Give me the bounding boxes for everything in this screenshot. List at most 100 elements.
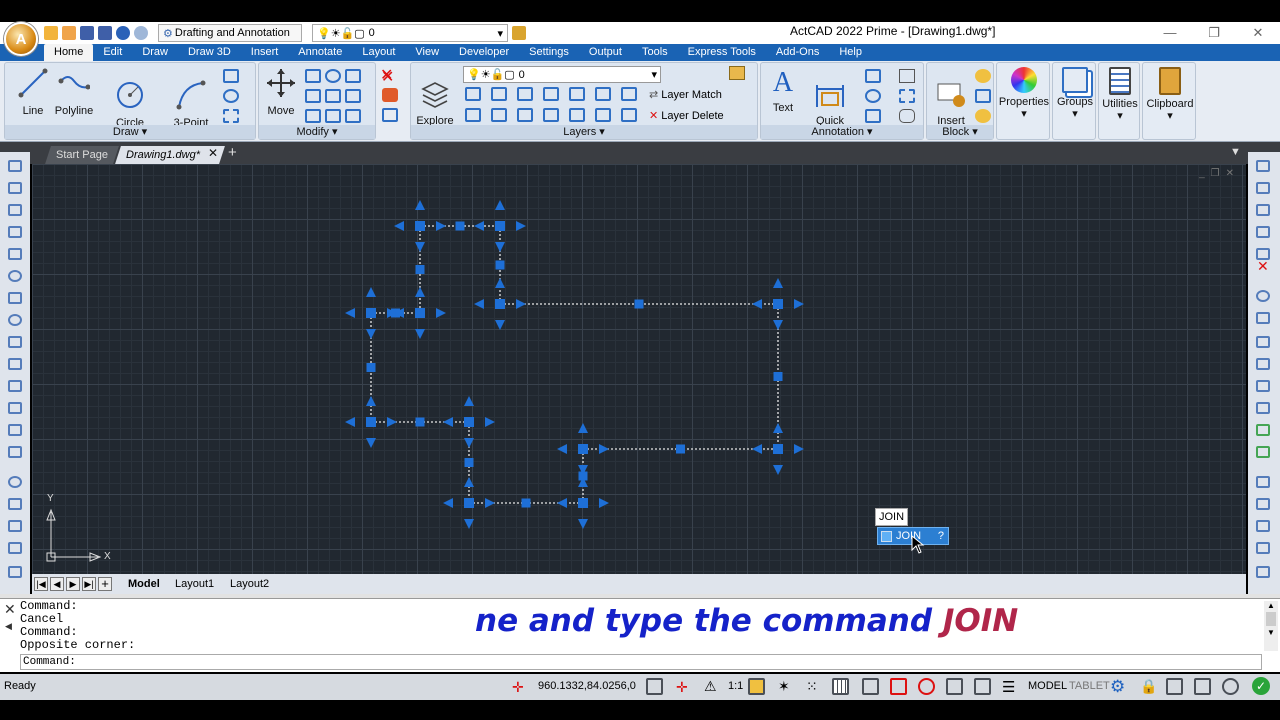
rotate-tool-icon[interactable]: [1256, 290, 1270, 302]
explode-icon[interactable]: [345, 109, 361, 123]
ellipse-icon[interactable]: [223, 89, 239, 103]
close-tab-icon[interactable]: ✕: [208, 146, 218, 160]
midpoint-grip[interactable]: [773, 372, 783, 381]
layout-tab-layout2[interactable]: Layout2: [230, 577, 269, 591]
midpoint-grip[interactable]: [676, 444, 685, 454]
ortho-icon[interactable]: ⚠: [704, 678, 717, 695]
drawing-svg[interactable]: [32, 164, 1246, 574]
attribute-icon[interactable]: [975, 109, 991, 123]
polar-icon[interactable]: ⁙: [806, 678, 818, 695]
endpoint-grip[interactable]: [345, 396, 397, 448]
midpoint-grip[interactable]: [455, 221, 465, 231]
snap-toggle-icon[interactable]: [646, 678, 663, 695]
endpoint-grip[interactable]: [443, 396, 495, 448]
delete-icon[interactable]: ✕: [380, 65, 393, 85]
layer-properties-icon[interactable]: [729, 66, 745, 80]
close-command-icon[interactable]: ✕: [4, 601, 16, 618]
tab-start-page[interactable]: Start Page: [45, 146, 119, 164]
mirror-icon[interactable]: [305, 89, 321, 103]
annotation-scale[interactable]: 1:1: [728, 680, 743, 692]
draw-donut-tool-icon[interactable]: [8, 476, 22, 488]
midpoint-grip[interactable]: [415, 265, 425, 274]
maximize-icon[interactable]: ❐: [1192, 22, 1236, 44]
extend-tool-icon[interactable]: [1256, 402, 1270, 414]
draw-ray-tool-icon[interactable]: [8, 204, 22, 216]
tablet-toggle[interactable]: TABLET: [1069, 680, 1110, 692]
grid-snap-icon[interactable]: ✛: [676, 679, 688, 696]
draw-boundary-tool-icon[interactable]: [8, 446, 22, 458]
lengthen-tool-icon[interactable]: [1256, 358, 1270, 370]
tab-list-chevron-icon[interactable]: ▼: [1230, 146, 1241, 158]
layer-tool-14-icon[interactable]: [621, 108, 637, 122]
draw-polyline-tool-icon[interactable]: [8, 182, 22, 194]
fillet-tool-icon[interactable]: [1256, 498, 1270, 510]
linear-dim-icon[interactable]: [865, 69, 881, 83]
layout-tab-model[interactable]: Model: [128, 577, 160, 591]
layer-tool-2-icon[interactable]: [491, 87, 507, 101]
leader-icon[interactable]: [865, 109, 881, 123]
layer-tool-8-icon[interactable]: [465, 108, 481, 122]
draw-cloud-tool-icon[interactable]: [8, 336, 22, 348]
command-scrollbar[interactable]: ▲ ▼: [1264, 601, 1278, 651]
endpoint-grip[interactable]: [394, 287, 446, 339]
modify-panel-title[interactable]: Modify ▾: [259, 125, 375, 139]
layer-tool-5-icon[interactable]: [569, 87, 585, 101]
tab-developer[interactable]: Developer: [449, 44, 519, 61]
properties-button[interactable]: Properties ▾: [997, 67, 1051, 120]
draw-leader-tool-icon[interactable]: [8, 520, 22, 532]
status-ok-icon[interactable]: ✓: [1252, 677, 1270, 695]
draw-wipeout-tool-icon[interactable]: [8, 566, 22, 578]
join-tool-icon[interactable]: [1256, 446, 1270, 458]
layer-tool-11-icon[interactable]: [543, 108, 559, 122]
tab-view[interactable]: View: [405, 44, 449, 61]
midpoint-grip[interactable]: [495, 260, 505, 270]
tab-insert[interactable]: Insert: [241, 44, 289, 61]
draw-ellipse-tool-icon[interactable]: [8, 314, 22, 326]
undo-icon[interactable]: [116, 26, 130, 40]
layer-match-button[interactable]: ⇄ Layer Match: [649, 88, 722, 101]
tab-tools[interactable]: Tools: [632, 44, 678, 61]
trim-icon[interactable]: [345, 69, 361, 83]
move-tool-icon[interactable]: [1256, 160, 1270, 172]
tab-draw-3d[interactable]: Draw 3D: [178, 44, 241, 61]
tab-layout[interactable]: Layout: [352, 44, 405, 61]
chamfer-tool-icon[interactable]: [1256, 476, 1270, 488]
copy-icon[interactable]: [305, 69, 321, 83]
draw-panel-title[interactable]: Draw ▾: [5, 125, 255, 139]
tab-draw[interactable]: Draw: [132, 44, 178, 61]
copy-tool-icon[interactable]: [1256, 182, 1270, 194]
midpoint-grip[interactable]: [415, 417, 425, 427]
endpoint-grip[interactable]: [557, 477, 609, 529]
midpoint-grip[interactable]: [366, 363, 376, 372]
draw-line-tool-icon[interactable]: [8, 160, 22, 172]
tab-output[interactable]: Output: [579, 44, 632, 61]
next-layout-icon[interactable]: ▶: [66, 577, 80, 591]
lineweight-icon[interactable]: [918, 678, 935, 695]
tab-express-tools[interactable]: Express Tools: [678, 44, 766, 61]
transparency-icon[interactable]: [946, 678, 963, 695]
erase-tool-icon[interactable]: ✕: [1257, 258, 1269, 275]
drawing-canvas[interactable]: _❐✕ Y X: [32, 164, 1246, 574]
save-icon[interactable]: [80, 26, 94, 40]
create-block-icon[interactable]: [975, 69, 991, 83]
tab-annotate[interactable]: Annotate: [288, 44, 352, 61]
menu-lines-icon[interactable]: ☰: [1002, 678, 1015, 696]
coordinate-readout[interactable]: 960.1332,84.0256,0: [538, 680, 636, 692]
draw-arc-tool-icon[interactable]: [8, 248, 22, 260]
annotation-panel-title[interactable]: Annotation ▾: [761, 125, 923, 139]
save-as-icon[interactable]: [98, 26, 112, 40]
new-tab-icon[interactable]: +: [228, 144, 237, 161]
text-button[interactable]: A Text: [763, 67, 803, 114]
midpoint-grip[interactable]: [521, 498, 531, 508]
endpoint-grip[interactable]: [345, 287, 397, 339]
arc-button[interactable]: 3-Point Arc ▾: [169, 67, 213, 153]
explode-tool-icon[interactable]: [1256, 520, 1270, 532]
draw-region-tool-icon[interactable]: [8, 424, 22, 436]
tolerance-icon[interactable]: [899, 89, 915, 103]
layer-tool-9-icon[interactable]: [491, 108, 507, 122]
grid-display-icon[interactable]: [832, 678, 849, 695]
endpoint-grip[interactable]: [752, 423, 804, 475]
command-input[interactable]: Command:: [20, 654, 1262, 670]
layer-dropdown[interactable]: 💡☀🔓▢ 0 ▾: [463, 66, 661, 83]
draw-rect-tool-icon[interactable]: [8, 402, 22, 414]
